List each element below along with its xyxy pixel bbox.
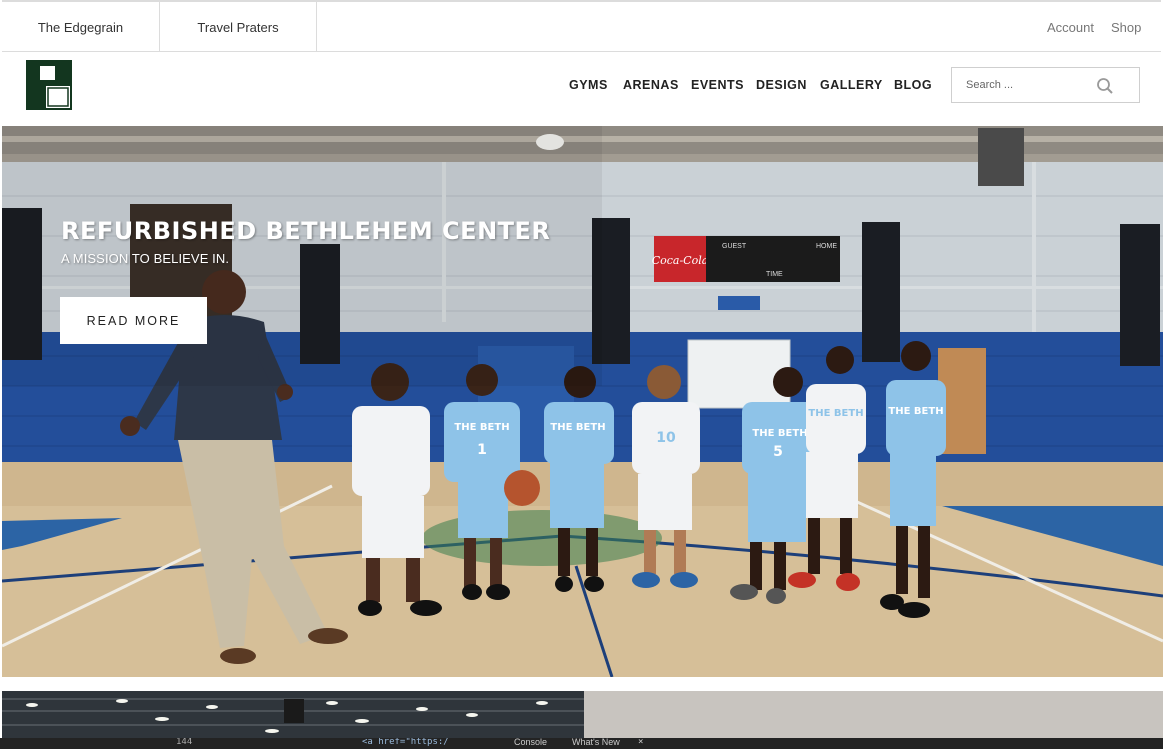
logo-icon [26, 60, 72, 110]
svg-text:THE BETH: THE BETH [550, 422, 605, 433]
section-gap [0, 677, 1163, 691]
devtools-code: <a href="https:/ [362, 738, 449, 747]
nav-item-gallery[interactable]: GALLERY [820, 78, 883, 92]
devtools-tab-whats-new[interactable]: What's New [572, 738, 620, 747]
svg-text:1: 1 [477, 442, 487, 458]
hero-title: REFURBISHED BETHLEHEM CENTER [61, 217, 551, 245]
site-logo[interactable] [26, 60, 72, 110]
hero-subtitle: A MISSION TO BELIEVE IN. [61, 251, 230, 266]
nav-item-design[interactable]: DESIGN [756, 78, 807, 92]
nav-item-arenas[interactable]: ARENAS [623, 78, 679, 92]
devtools-tab-console[interactable]: Console [514, 738, 547, 747]
svg-text:THE BETH: THE BETH [752, 428, 807, 439]
svg-text:GUEST: GUEST [722, 243, 747, 250]
svg-text:TIME: TIME [766, 271, 783, 278]
nav-item-events[interactable]: EVENTS [691, 78, 744, 92]
svg-text:HOME: HOME [816, 243, 837, 250]
svg-text:THE BETH: THE BETH [808, 408, 863, 419]
svg-text:THE BETH: THE BETH [454, 422, 509, 433]
tab-the-edgegrain[interactable]: The Edgegrain [2, 2, 160, 52]
account-link[interactable]: Account [1047, 2, 1094, 52]
svg-text:THE BETH: THE BETH [888, 406, 943, 417]
devtools-line-number: 144 [176, 738, 193, 747]
svg-text:10: 10 [656, 430, 676, 446]
shop-link[interactable]: Shop [1111, 2, 1141, 52]
close-icon[interactable]: × [638, 738, 643, 747]
svg-text:5: 5 [773, 444, 783, 460]
hero-image: Coca-Cola GUEST HOME TIME THE BETH 1 THE… [2, 126, 1163, 677]
hero-banner: Coca-Cola GUEST HOME TIME THE BETH 1 THE… [2, 126, 1163, 677]
tab-travel-praters[interactable]: Travel Praters [160, 2, 317, 52]
site-header: GYMS ARENAS EVENTS DESIGN GALLERY BLOG [2, 52, 1161, 126]
devtools-panel: 144 <a href="https:/ Console What's New … [0, 738, 1163, 749]
search-input[interactable] [952, 68, 1102, 102]
read-more-button[interactable]: READ MORE [60, 297, 207, 344]
svg-text:Coca-Cola: Coca-Cola [652, 254, 709, 267]
search-icon[interactable] [1096, 77, 1114, 95]
utility-bar: The Edgegrain Travel Praters Account Sho… [2, 0, 1161, 52]
search-box [951, 67, 1140, 103]
nav-item-gyms[interactable]: GYMS [569, 78, 608, 92]
nav-item-blog[interactable]: BLOG [894, 78, 932, 92]
